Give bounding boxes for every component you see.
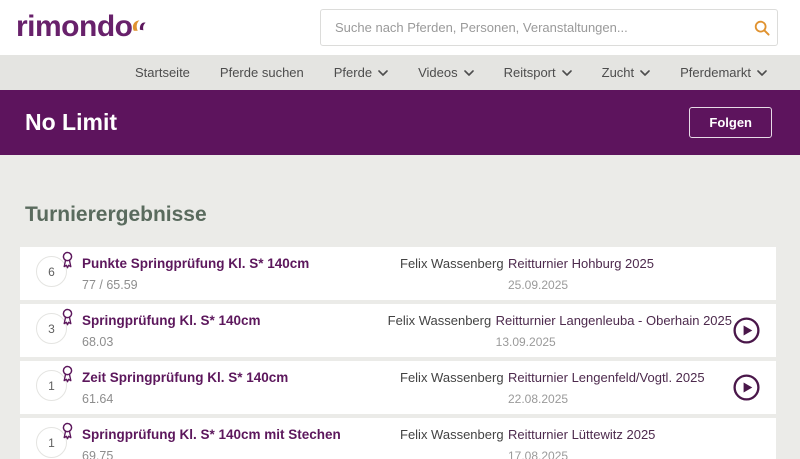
rider-name[interactable]: Felix Wassenberg	[400, 418, 508, 459]
result-score: 77 / 65.59	[82, 278, 400, 292]
competition-title[interactable]: Springprüfung Kl. S* 140cm mit Stechen	[82, 427, 400, 442]
nav-item-pferde-suchen[interactable]: Pferde suchen	[220, 65, 304, 80]
tournament-date: 13.09.2025	[496, 335, 732, 349]
brand-logo[interactable]: rimondo	[16, 10, 133, 44]
placement-badge: 6	[20, 247, 82, 300]
chevron-down-icon	[562, 70, 572, 76]
logo-accent-icon	[130, 7, 147, 41]
search-input[interactable]	[321, 20, 747, 35]
nav-item-startseite[interactable]: Startseite	[135, 65, 190, 80]
header: rimondo	[0, 0, 800, 55]
competition-title[interactable]: Springprüfung Kl. S* 140cm	[82, 313, 388, 328]
main-nav: Startseite Pferde suchen Pferde Videos R…	[0, 55, 800, 90]
placement-badge: 1	[20, 361, 82, 414]
result-row: 1 Springprüfung Kl. S* 140cm mit Stechen…	[20, 418, 776, 459]
tournament-name[interactable]: Reitturnier Lüttewitz 2025	[508, 427, 732, 442]
result-row: 1 Zeit Springprüfung Kl. S* 140cm 61.64 …	[20, 361, 776, 414]
section-title: Turnierergebnisse	[25, 203, 776, 227]
play-video-icon[interactable]	[732, 373, 761, 402]
result-score: 68.03	[82, 335, 388, 349]
search-bar	[320, 9, 778, 46]
rider-name[interactable]: Felix Wassenberg	[400, 247, 508, 300]
nav-item-pferdemarkt[interactable]: Pferdemarkt	[680, 65, 767, 80]
page-title: No Limit	[25, 109, 117, 136]
chevron-down-icon	[757, 70, 767, 76]
nav-item-videos[interactable]: Videos	[418, 65, 474, 80]
main-content: Turnierergebnisse 6 Punkte Springprüfung…	[0, 155, 800, 459]
tournament-date: 22.08.2025	[508, 392, 732, 406]
competition-title[interactable]: Zeit Springprüfung Kl. S* 140cm	[82, 370, 400, 385]
tournament-date: 25.09.2025	[508, 278, 732, 292]
result-row: 3 Springprüfung Kl. S* 140cm 68.03 Felix…	[20, 304, 776, 357]
nav-item-reitsport[interactable]: Reitsport	[504, 65, 572, 80]
rosette-icon	[58, 363, 77, 389]
rosette-icon	[58, 306, 77, 332]
rosette-icon	[58, 249, 77, 275]
follow-button[interactable]: Folgen	[689, 107, 772, 138]
rider-name[interactable]: Felix Wassenberg	[388, 304, 496, 357]
chevron-down-icon	[640, 70, 650, 76]
tournament-name[interactable]: Reitturnier Hohburg 2025	[508, 256, 732, 271]
tournament-date: 17.08.2025	[508, 449, 732, 459]
tournament-name[interactable]: Reitturnier Lengenfeld/Vogtl. 2025	[508, 370, 732, 385]
results-list: 6 Punkte Springprüfung Kl. S* 140cm 77 /…	[20, 247, 776, 459]
rider-name[interactable]: Felix Wassenberg	[400, 361, 508, 414]
search-icon[interactable]	[747, 19, 777, 37]
result-score: 69.75	[82, 449, 400, 459]
play-video-icon[interactable]	[732, 316, 761, 345]
nav-item-zucht[interactable]: Zucht	[602, 65, 651, 80]
placement-badge: 1	[20, 418, 82, 459]
nav-item-pferde[interactable]: Pferde	[334, 65, 388, 80]
rosette-icon	[58, 420, 77, 446]
brand-logo-text: rimondo	[16, 10, 133, 43]
chevron-down-icon	[464, 70, 474, 76]
tournament-name[interactable]: Reitturnier Langenleuba - Oberhain 2025	[496, 313, 732, 328]
placement-badge: 3	[20, 304, 82, 357]
result-score: 61.64	[82, 392, 400, 406]
chevron-down-icon	[378, 70, 388, 76]
result-row: 6 Punkte Springprüfung Kl. S* 140cm 77 /…	[20, 247, 776, 300]
competition-title[interactable]: Punkte Springprüfung Kl. S* 140cm	[82, 256, 400, 271]
profile-banner: No Limit Folgen	[0, 90, 800, 155]
